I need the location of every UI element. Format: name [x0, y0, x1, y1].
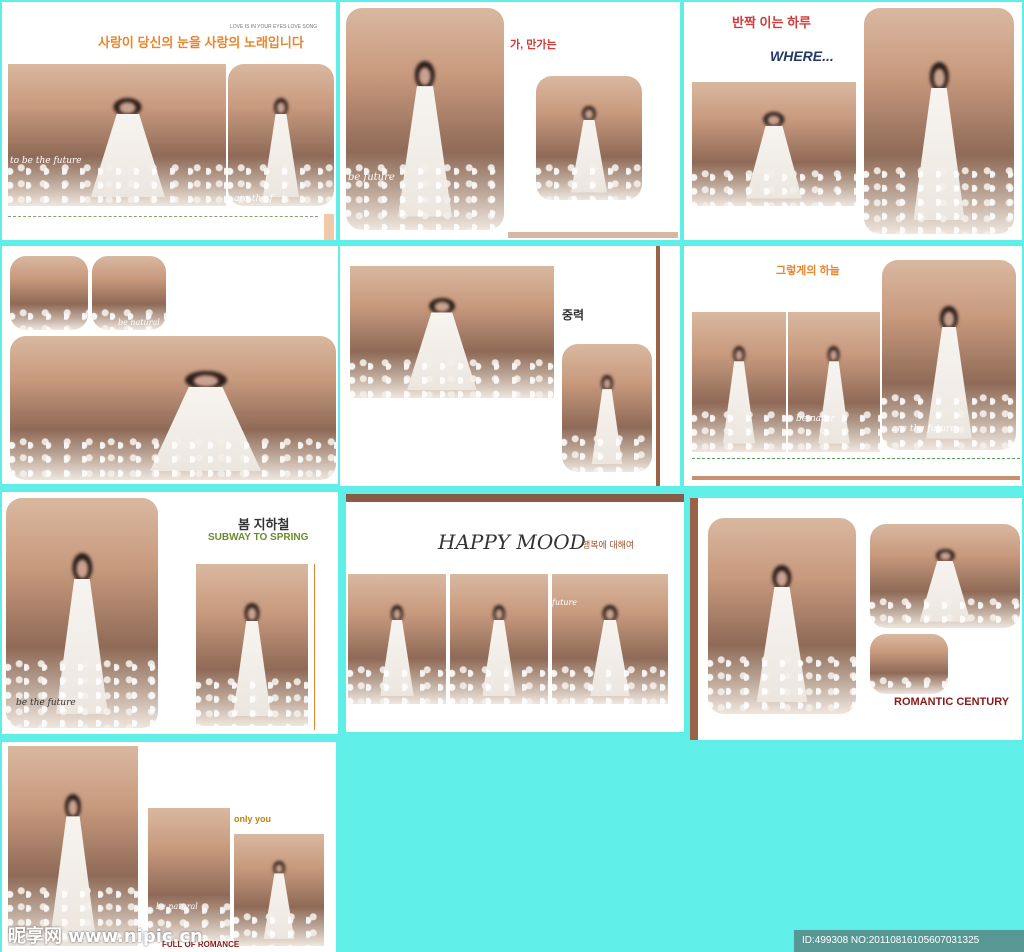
photo — [350, 266, 554, 398]
photo — [228, 64, 334, 206]
caption: future — [552, 598, 578, 607]
page-title: 그렇게의 하늘 — [776, 265, 840, 277]
caption: to be the future — [10, 156, 82, 166]
korean-subtitle: 행복에 대해여 — [582, 540, 635, 550]
photo — [864, 8, 1014, 234]
page-title: 봄 지하철 — [238, 517, 290, 532]
photo — [552, 574, 668, 704]
page-title: HAPPY MOOD — [438, 530, 586, 554]
photo — [10, 256, 88, 330]
photo — [870, 634, 948, 694]
eyebrow-text: LOVE IS IN YOUR EYES LOVE SONG — [230, 24, 318, 30]
album-page-3: 반짝 이는 하루 WHERE... — [684, 2, 1022, 240]
page-title: 사랑이 당신의 눈을 사랑의 노래입니다 — [98, 35, 304, 50]
album-page-9: ROMANTIC CENTURY — [690, 498, 1022, 740]
album-page-6: 그렇게의 하늘 be natur are the future — [684, 246, 1022, 486]
album-page-4: be natural — [2, 246, 338, 484]
caption: be natural — [118, 318, 160, 327]
photo — [8, 64, 226, 206]
watermark-site: 昵享网 www.nipic.cn — [8, 926, 203, 947]
photo — [234, 834, 324, 946]
album-page-1: LOVE IS IN YOUR EYES LOVE SONG 사랑이 당신의 눈… — [2, 2, 336, 240]
romantic-century-title: ROMANTIC CENTURY — [894, 696, 1010, 708]
photo — [870, 524, 1020, 628]
photo — [450, 574, 548, 704]
only-you-text: only you — [234, 814, 272, 824]
album-page-10: be natural only you FULL OF ROMANCE — [2, 742, 336, 952]
photo — [708, 518, 856, 714]
album-page-8: HAPPY MOOD 행복에 대해여 future — [346, 494, 684, 732]
page-title: 반짝 이는 하루 — [732, 15, 811, 30]
photo — [692, 82, 856, 206]
photo — [692, 312, 786, 452]
photo — [346, 8, 504, 230]
where-title: WHERE... — [770, 48, 834, 64]
page-title: 가, 만가는 — [510, 39, 557, 51]
page-subtitle: SUBWAY TO SPRING — [208, 532, 309, 543]
caption: are the future — [892, 424, 956, 434]
watermark-id: ID:499308 NO:20110816105607031325 — [794, 930, 1024, 952]
album-page-5: 중력 — [340, 246, 680, 486]
photo — [6, 498, 158, 728]
caption: be natural — [156, 902, 198, 911]
photo — [196, 564, 308, 726]
album-page-2: be future 가, 만가는 — [340, 2, 680, 240]
photo — [788, 312, 880, 452]
caption: are the f — [234, 194, 273, 204]
photo — [8, 746, 138, 946]
photo — [536, 76, 642, 200]
album-page-7: be the future 봄 지하철 SUBWAY TO SPRING — [2, 492, 338, 734]
photo — [10, 336, 336, 480]
photo — [348, 574, 446, 704]
photo — [562, 344, 652, 472]
caption: be the future — [16, 698, 76, 708]
caption: be natur — [796, 414, 835, 424]
photo — [882, 260, 1016, 450]
page-title: 중력 — [562, 308, 585, 322]
caption: be future — [348, 172, 395, 183]
